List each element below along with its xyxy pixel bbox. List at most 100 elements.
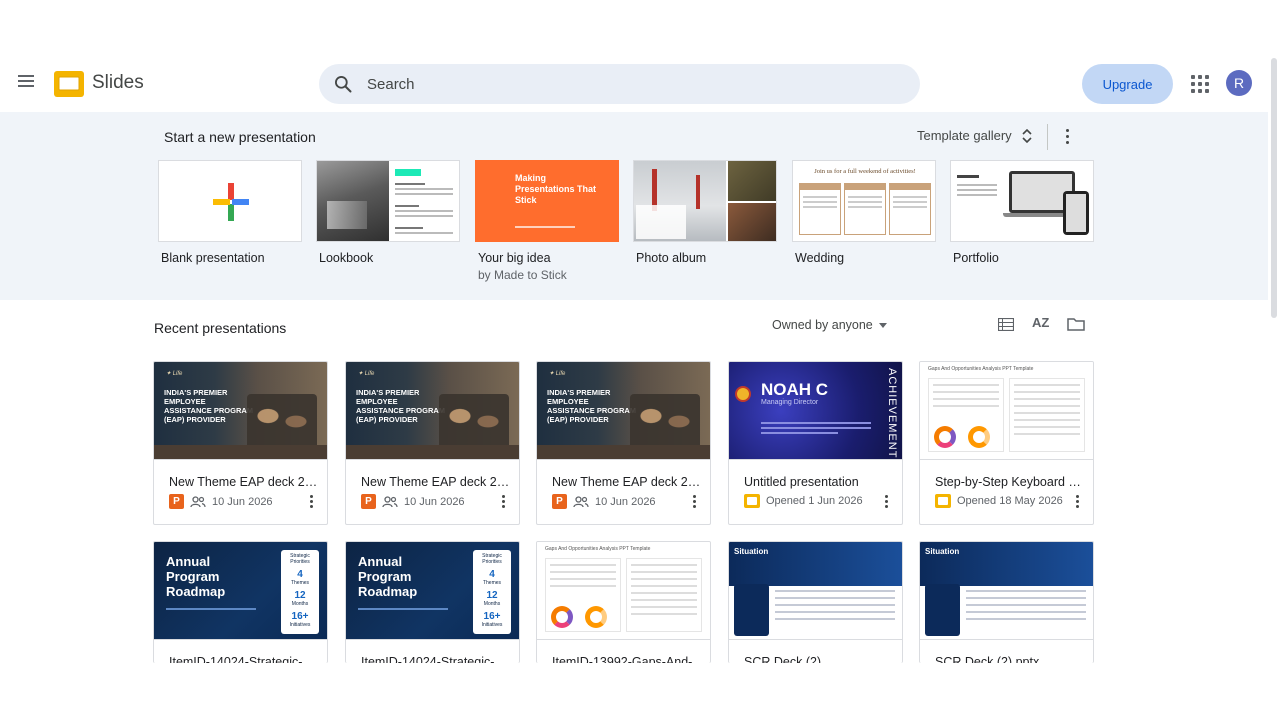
template-blank[interactable]: Blank presentation <box>158 160 302 265</box>
file-thumbnail[interactable]: ✦ Life INDIA'S PREMIER EMPLOYEE ASSISTAN… <box>346 362 519 460</box>
file-card[interactable]: Annual Program Roadmap Strategic Priorit… <box>345 541 520 663</box>
template-thumbnail-portfolio[interactable] <box>950 160 1094 242</box>
eap-logo: ✦ Life <box>358 371 375 377</box>
file-thumbnail[interactable]: Gaps And Opportunities Analysis PPT Temp… <box>920 362 1093 460</box>
album-photo-bottom <box>728 203 776 241</box>
file-card[interactable]: Situation SCR Deck (2).pptx <box>919 541 1094 663</box>
search-icon[interactable] <box>333 74 353 94</box>
template-thumbnail-lookbook[interactable] <box>316 160 460 242</box>
template-big-idea[interactable]: Making Presentations That Stick Your big… <box>475 160 619 282</box>
file-more-options-icon[interactable] <box>885 495 888 508</box>
file-more-options-icon[interactable] <box>310 495 313 508</box>
roadmap-panel-stat-1: 4 <box>297 569 303 580</box>
template-sublabel: by Made to Stick <box>478 268 567 282</box>
template-thumbnail-blank[interactable] <box>158 160 302 242</box>
roadmap-thumb-panel: Strategic Priorities 4 Themes 12 Months 16… <box>281 550 319 634</box>
file-card[interactable]: Gaps And Opportunities Analysis PPT Temp… <box>919 361 1094 525</box>
lookbook-lines <box>395 183 453 234</box>
roadmap-panel-title: Strategic Priorities <box>482 553 502 565</box>
template-wedding[interactable]: Join us for a full weekend of activities… <box>792 160 936 265</box>
plus-icon <box>213 183 249 221</box>
scr-thumb-sidebar <box>925 584 960 636</box>
folder-picker-icon[interactable] <box>1067 317 1085 331</box>
file-thumbnail[interactable]: Annual Program Roadmap Strategic Priorit… <box>346 542 519 640</box>
template-label: Portfolio <box>953 251 999 265</box>
account-avatar[interactable]: R <box>1226 70 1252 96</box>
file-title: Untitled presentation <box>744 475 859 489</box>
expand-collapse-icon <box>1022 128 1032 143</box>
eap-thumb-title: INDIA'S PREMIER EMPLOYEE ASSISTANCE PROG… <box>164 388 254 424</box>
donut-chart-icon <box>551 606 573 628</box>
template-portfolio[interactable]: Portfolio <box>950 160 1094 265</box>
template-lookbook[interactable]: Lookbook <box>316 160 460 265</box>
file-card[interactable]: Annual Program Roadmap Strategic Priorit… <box>153 541 328 663</box>
shared-icon <box>190 495 206 507</box>
page-scrollbar[interactable] <box>1271 58 1277 318</box>
divider <box>1047 124 1048 150</box>
roadmap-thumb-panel: Strategic Priorities 4 Themes 12 Months 16… <box>473 550 511 634</box>
file-thumbnail[interactable]: ✦ Life INDIA'S PREMIER EMPLOYEE ASSISTAN… <box>154 362 327 460</box>
big-idea-thumb-title: Making Presentations That Stick <box>515 173 597 205</box>
template-more-options-icon[interactable] <box>1066 129 1070 144</box>
file-thumbnail[interactable]: Gaps And Opportunities Analysis PPT Temp… <box>537 542 710 640</box>
file-thumbnail[interactable]: Situation <box>920 542 1093 640</box>
file-thumbnail[interactable]: ✦ Life INDIA'S PREMIER EMPLOYEE ASSISTAN… <box>537 362 710 460</box>
shared-icon <box>382 495 398 507</box>
eap-photo <box>630 394 700 449</box>
scr-thumb-lines <box>966 590 1086 625</box>
medal-icon <box>735 386 751 402</box>
roadmap-panel-label-2: Months <box>291 601 309 607</box>
file-title: SCR Deck (2).pptx <box>935 655 1040 663</box>
template-label: Blank presentation <box>161 251 265 265</box>
file-card[interactable]: ✦ Life INDIA'S PREMIER EMPLOYEE ASSISTAN… <box>153 361 328 525</box>
file-title: New Theme EAP deck 2026 <box>361 475 511 489</box>
eap-logo: ✦ Life <box>549 371 566 377</box>
sort-az-icon[interactable]: AZ <box>1032 315 1049 330</box>
template-thumbnail-wedding[interactable]: Join us for a full weekend of activities… <box>792 160 936 242</box>
template-photo-album[interactable]: Photo album <box>633 160 777 265</box>
search-bar[interactable] <box>319 64 920 104</box>
wedding-thumb-title: Join us for a full weekend of activities… <box>814 168 916 175</box>
scr-thumb-lines <box>775 590 895 625</box>
file-card[interactable]: ✦ Life INDIA'S PREMIER EMPLOYEE ASSISTAN… <box>345 361 520 525</box>
template-thumbnail-photo-album[interactable] <box>633 160 777 242</box>
file-more-options-icon[interactable] <box>1076 495 1079 508</box>
list-view-icon[interactable] <box>998 318 1014 331</box>
file-thumbnail[interactable]: NOAH C Managing Director ACHIEVEMENT <box>729 362 902 460</box>
file-thumbnail[interactable]: Situation <box>729 542 902 640</box>
file-card[interactable]: Gaps And Opportunities Analysis PPT Temp… <box>536 541 711 663</box>
file-date: 10 Jun 2026 <box>404 495 465 508</box>
file-card[interactable]: NOAH C Managing Director ACHIEVEMENT Unt… <box>728 361 903 525</box>
template-gallery-button[interactable]: Template gallery <box>917 128 1032 143</box>
file-meta: P 10 Jun 2026 <box>169 494 273 509</box>
slides-logo-icon[interactable] <box>54 70 84 98</box>
file-title: Step-by-Step Keyboard Shortcuts <box>935 475 1085 489</box>
file-more-options-icon[interactable] <box>502 495 505 508</box>
noah-thumb-side-text: ACHIEVEMENT <box>886 368 898 459</box>
search-input[interactable] <box>367 75 887 93</box>
file-card[interactable]: ✦ Life INDIA'S PREMIER EMPLOYEE ASSISTAN… <box>536 361 711 525</box>
roadmap-panel-label-1: Themes <box>290 580 310 586</box>
google-apps-icon[interactable] <box>1191 75 1209 93</box>
file-card[interactable]: Situation SCR Deck (2) <box>728 541 903 663</box>
roadmap-thumb-line <box>358 608 448 610</box>
owner-filter-label: Owned by anyone <box>772 318 873 332</box>
app-title[interactable]: Slides <box>92 72 144 94</box>
donut-chart-icon <box>968 426 990 448</box>
template-label: Lookbook <box>319 251 374 265</box>
upgrade-button[interactable]: Upgrade <box>1082 64 1173 104</box>
eap-desk <box>154 445 327 459</box>
slides-file-icon <box>744 494 760 508</box>
new-presentation-title: Start a new presentation <box>164 129 316 145</box>
file-more-options-icon[interactable] <box>693 495 696 508</box>
lookbook-tag <box>395 169 421 176</box>
main-menu-button[interactable] <box>18 72 40 96</box>
owner-filter-dropdown[interactable]: Owned by anyone <box>772 318 887 332</box>
file-thumbnail[interactable]: Annual Program Roadmap Strategic Priorit… <box>154 542 327 640</box>
noah-thumb-name: NOAH C <box>761 380 829 399</box>
roadmap-thumb-line <box>166 608 256 610</box>
album-photo-top <box>728 161 776 201</box>
template-thumbnail-big-idea[interactable]: Making Presentations That Stick <box>475 160 619 242</box>
wedding-columns <box>799 183 931 235</box>
powerpoint-icon: P <box>552 494 567 509</box>
